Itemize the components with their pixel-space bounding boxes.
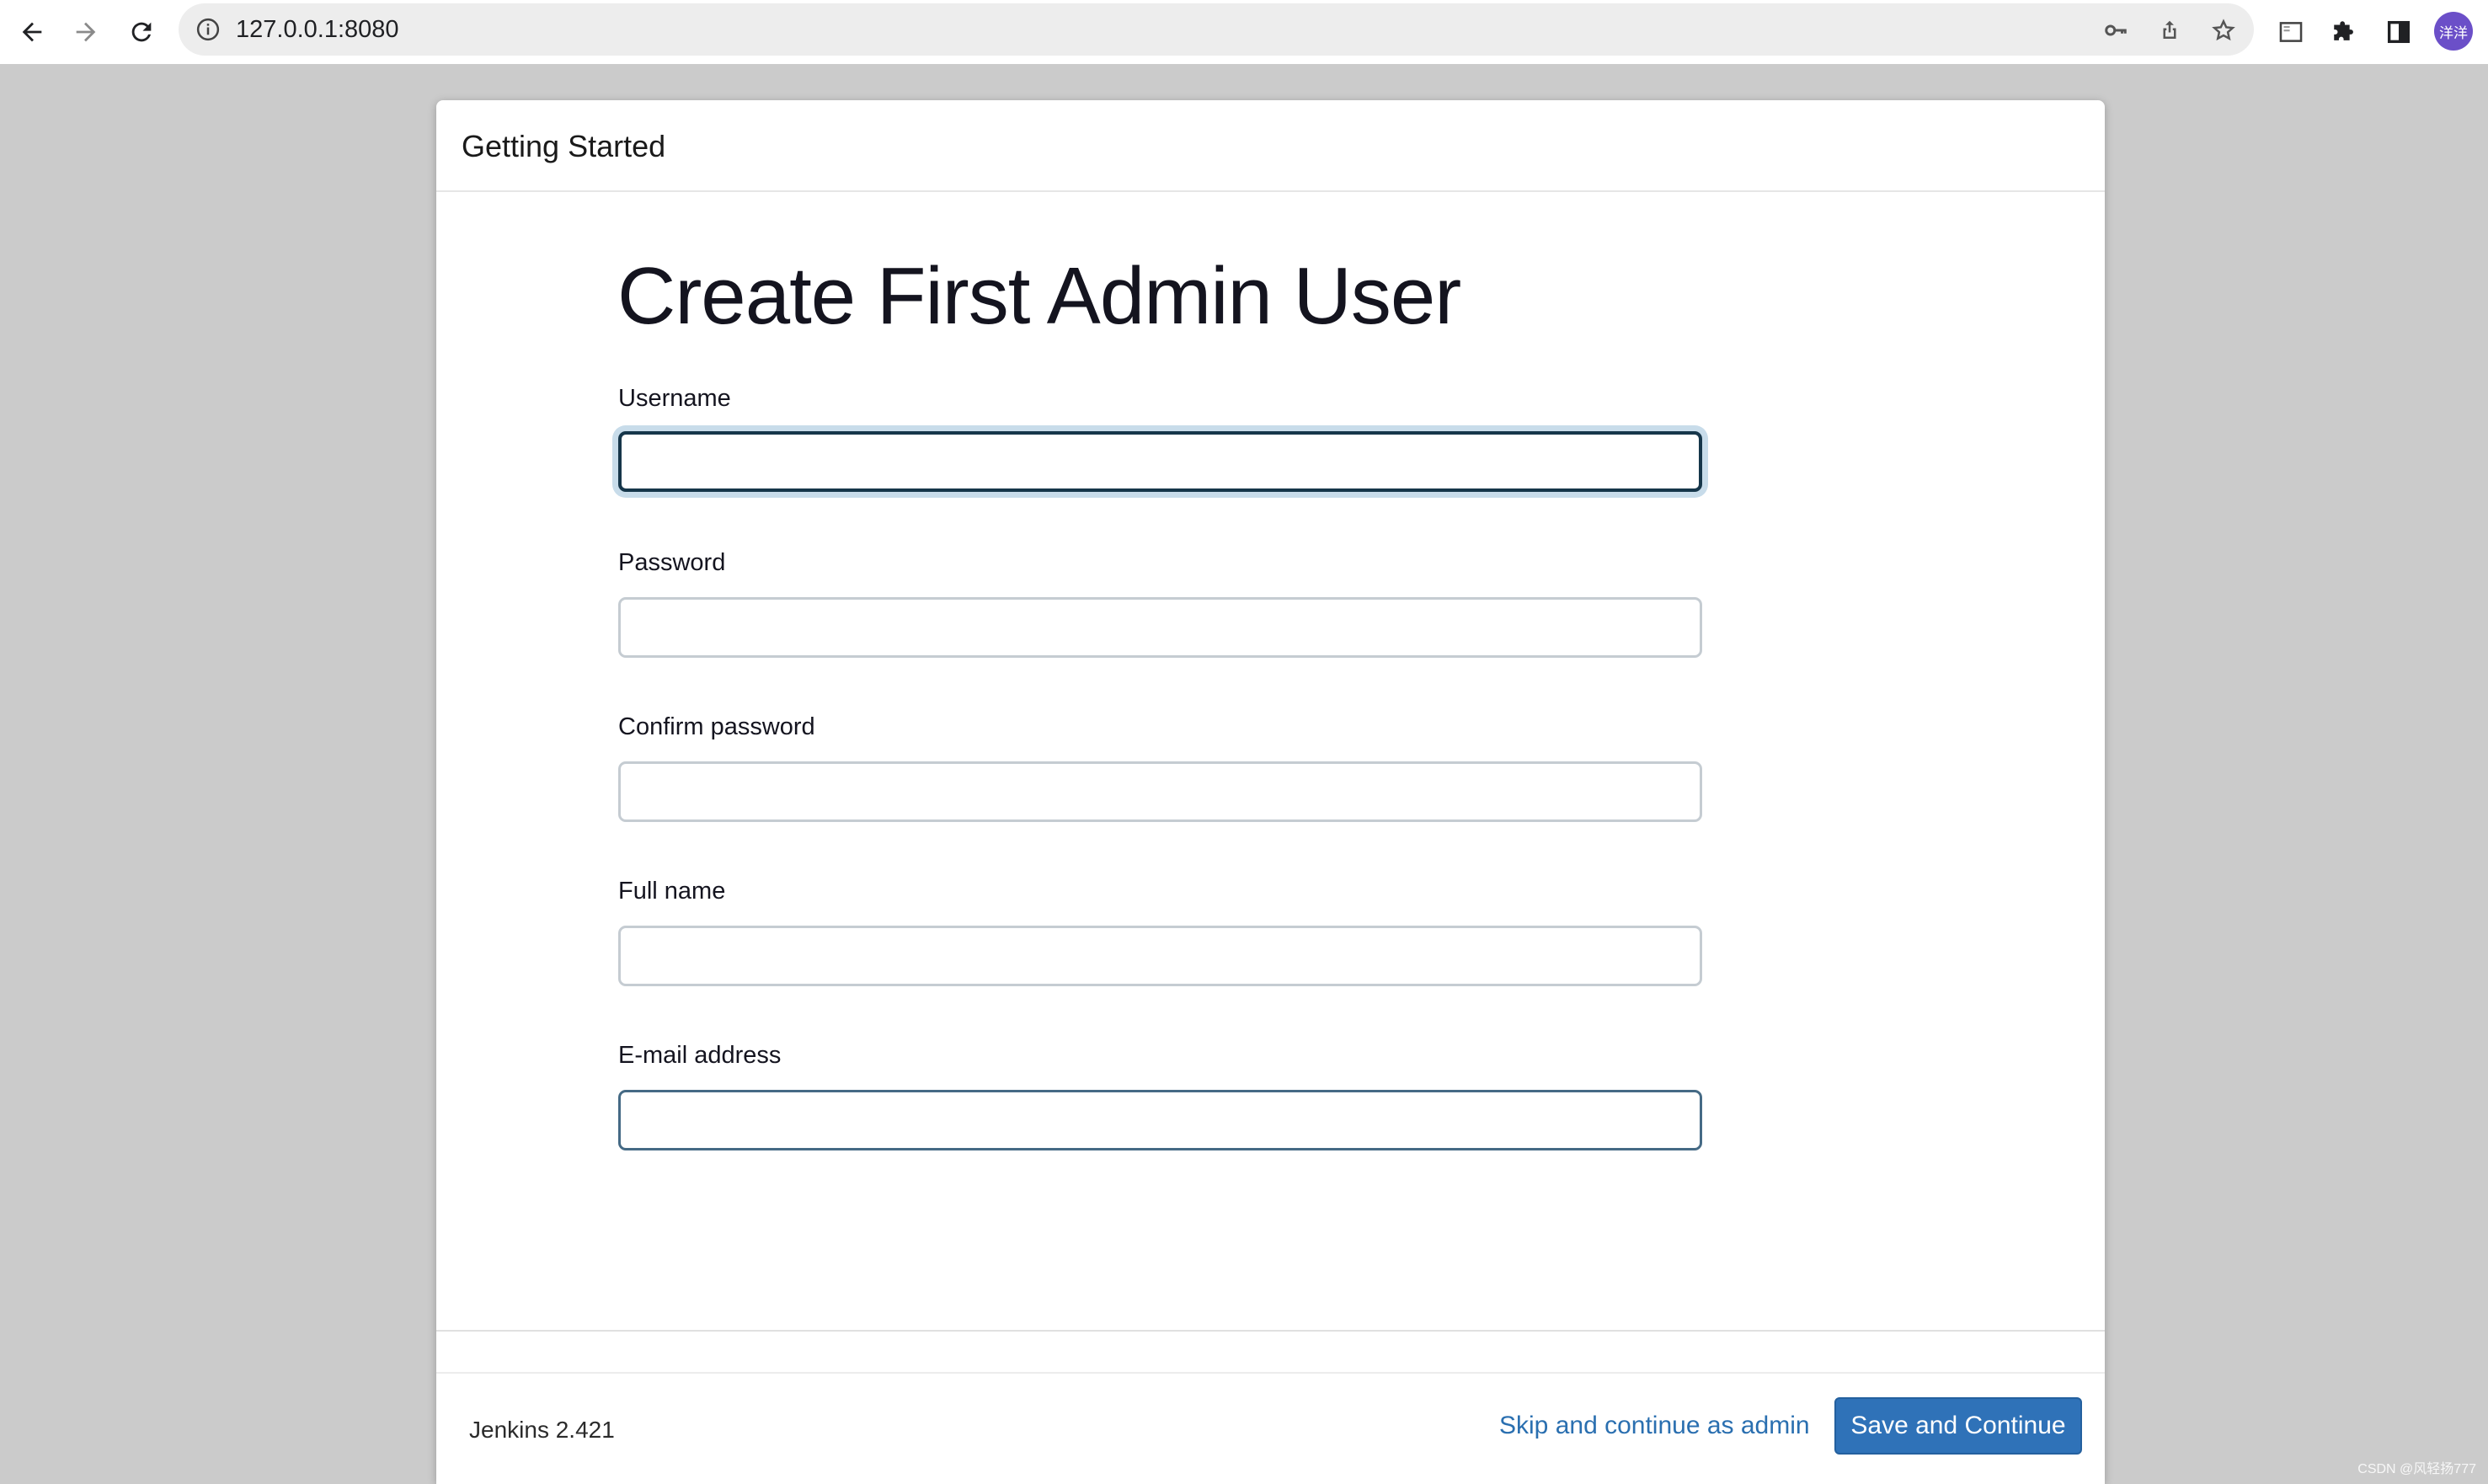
setup-dialog: Getting Started Create First Admin User … <box>436 100 2105 1484</box>
side-panel-icon[interactable] <box>2380 13 2417 51</box>
password-field[interactable] <box>618 597 1702 658</box>
email-label: E-mail address <box>618 1042 782 1069</box>
username-field[interactable] <box>618 431 1702 492</box>
url-text[interactable]: 127.0.0.1:8080 <box>236 3 399 56</box>
profile-avatar[interactable]: 洋洋 <box>2434 12 2473 51</box>
info-icon[interactable] <box>195 17 221 42</box>
confirm-password-field[interactable] <box>618 761 1702 822</box>
address-bar[interactable]: 127.0.0.1:8080 <box>179 3 2254 56</box>
footer-divider <box>436 1330 2105 1332</box>
key-icon[interactable] <box>2101 15 2131 45</box>
browser-toolbar: 127.0.0.1:8080 洋洋 <box>0 0 2488 64</box>
skip-and-continue-link[interactable]: Skip and continue as admin <box>1499 1412 1810 1440</box>
reading-mode-icon[interactable] <box>2272 13 2309 51</box>
full-name-field[interactable] <box>618 926 1702 986</box>
dialog-title: Getting Started <box>462 129 666 163</box>
page-title: Create First Admin User <box>617 251 1461 341</box>
share-icon[interactable] <box>2154 15 2185 45</box>
password-label: Password <box>618 549 726 576</box>
footer-divider-secondary <box>436 1372 2105 1374</box>
forward-arrow-icon[interactable] <box>66 12 106 52</box>
star-icon[interactable] <box>2208 15 2239 45</box>
email-field[interactable] <box>618 1090 1702 1150</box>
username-label: Username <box>618 385 731 412</box>
save-and-continue-button[interactable]: Save and Continue <box>1834 1397 2082 1455</box>
reload-icon[interactable] <box>121 12 162 52</box>
dialog-header: Getting Started <box>436 100 2105 192</box>
watermark: CSDN @风轻扬777 <box>2357 1462 2476 1476</box>
full-name-label: Full name <box>618 878 726 905</box>
extensions-icon[interactable] <box>2326 13 2363 51</box>
back-arrow-icon[interactable] <box>12 12 52 52</box>
confirm-password-label: Confirm password <box>618 713 815 740</box>
jenkins-version: Jenkins 2.421 <box>469 1417 615 1443</box>
